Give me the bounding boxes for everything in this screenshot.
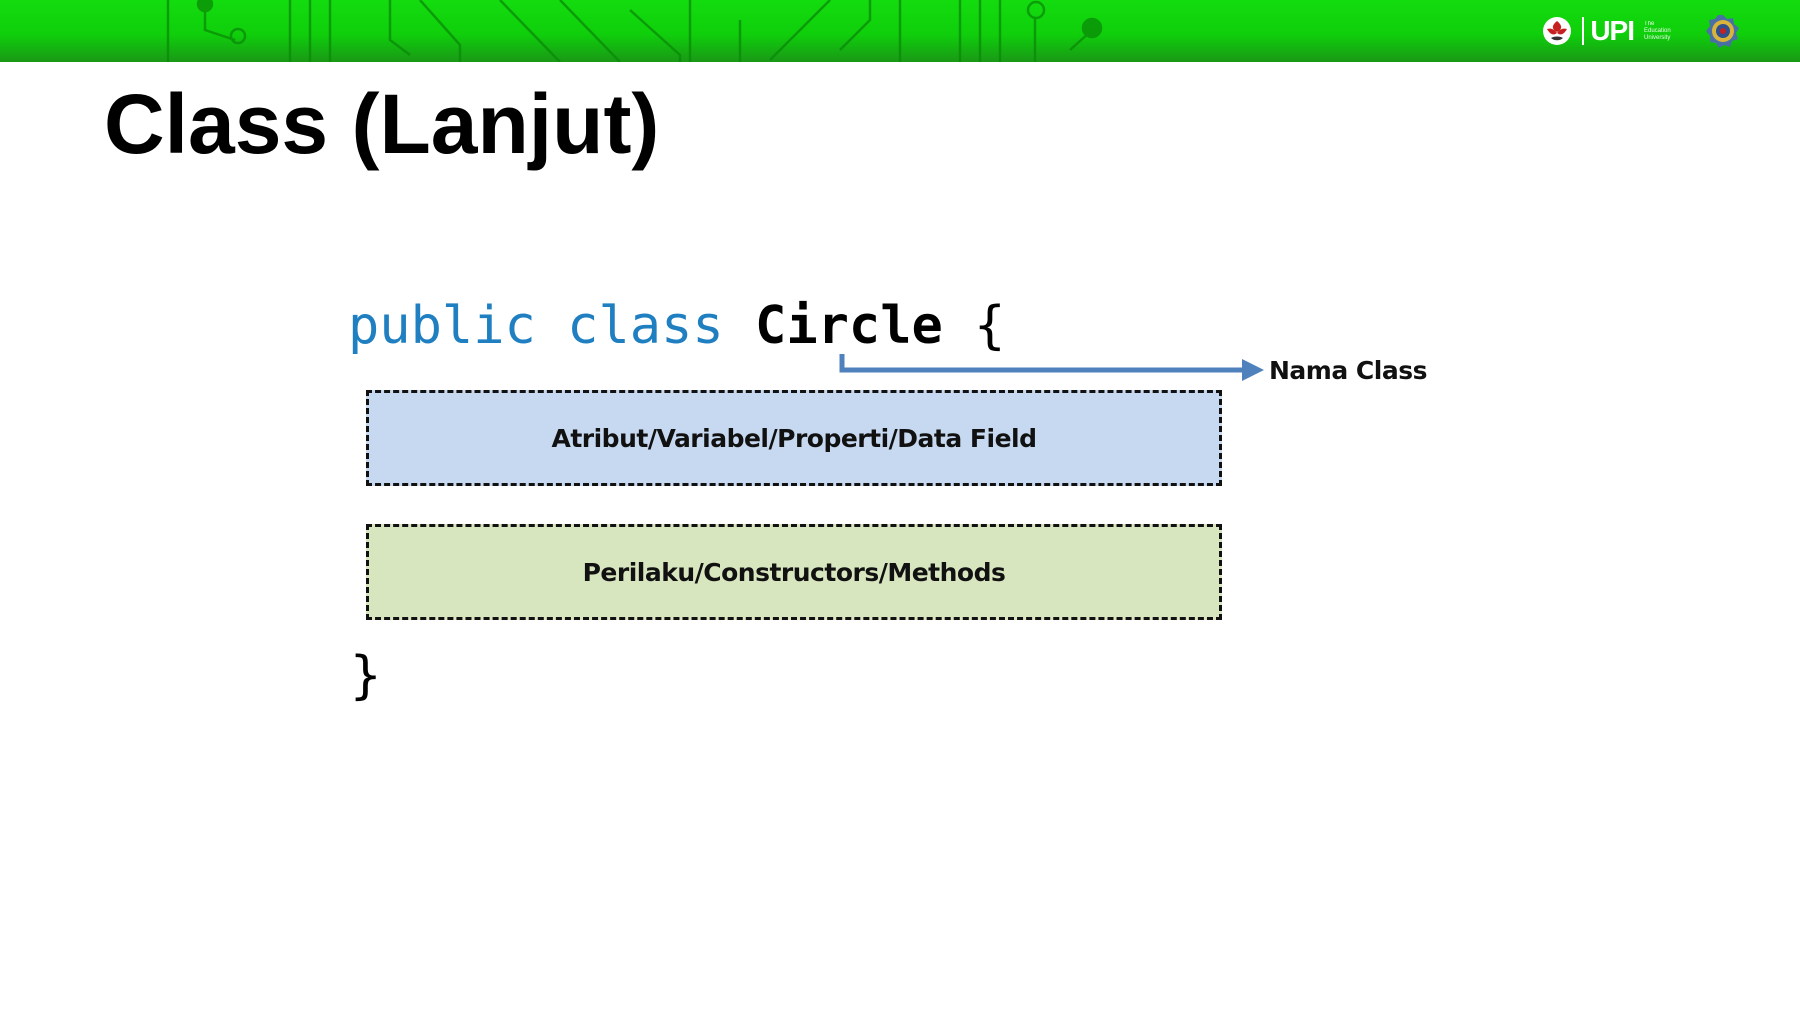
circuit-pattern [166, 0, 1103, 62]
close-brace: } [350, 646, 382, 706]
methods-section: Perilaku/Constructors/Methods [366, 524, 1222, 620]
class-name-arrow [839, 354, 1264, 381]
class-name-label: Nama Class [1269, 356, 1427, 385]
upi-logo-tagline: The Education University [1644, 20, 1671, 41]
methods-label: Perilaku/Constructors/Methods [582, 557, 1006, 587]
slide-title: Class (Lanjut) [104, 77, 660, 171]
attributes-section: Atribut/Variabel/Properti/Data Field [366, 390, 1222, 486]
class-declaration: public class Circle { [348, 300, 1005, 352]
header-bar: UPI The Education University [0, 0, 1800, 62]
university-seal-icon [1706, 15, 1739, 48]
class-name: Circle [755, 296, 943, 356]
keyword-public: public [348, 296, 536, 356]
upi-logo-text: UPI [1582, 17, 1635, 45]
open-brace: { [974, 296, 1006, 356]
upi-flower-icon [1543, 17, 1572, 45]
attributes-label: Atribut/Variabel/Properti/Data Field [551, 423, 1037, 453]
upi-logo-group: UPI The Education University [1542, 12, 1740, 50]
keyword-class: class [567, 296, 724, 356]
